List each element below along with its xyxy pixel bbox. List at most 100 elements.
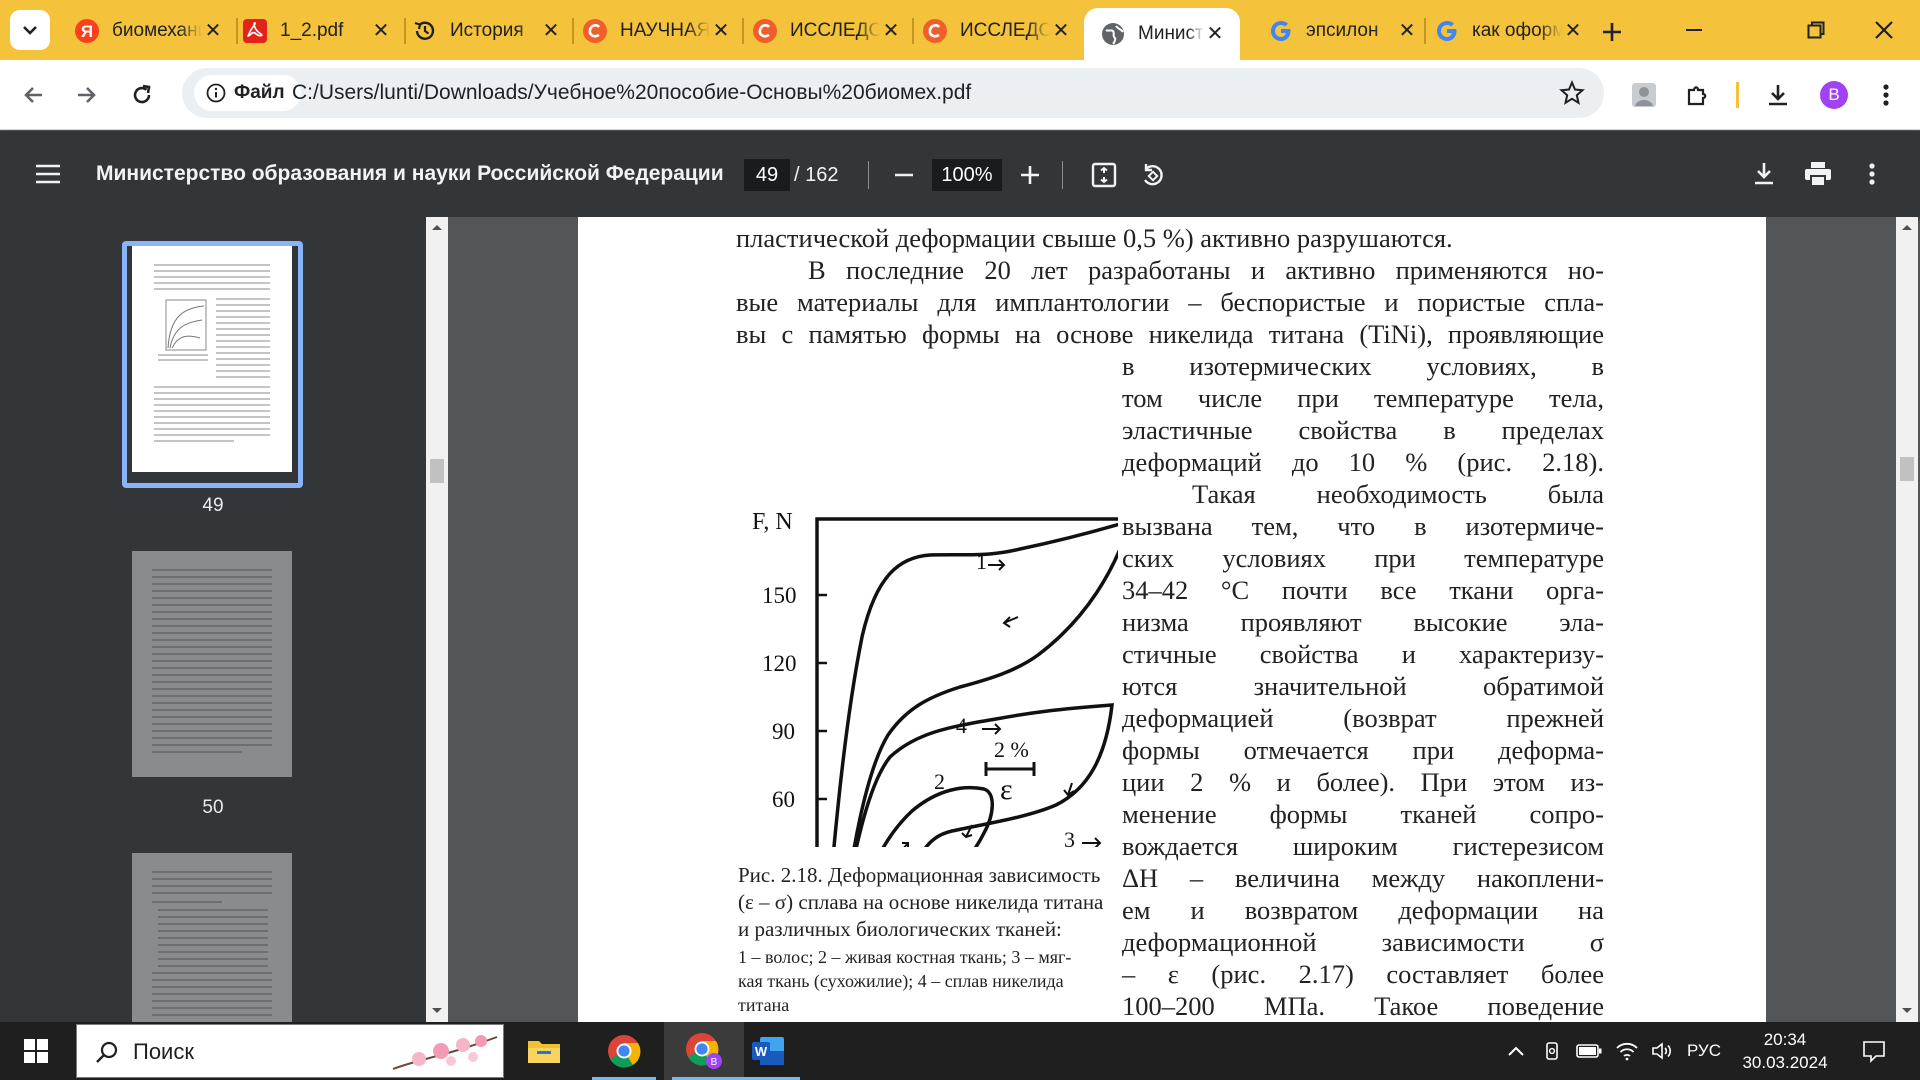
- start-button[interactable]: [0, 1022, 72, 1080]
- forward-button[interactable]: [66, 75, 106, 115]
- notification-center-button[interactable]: [1850, 1022, 1898, 1080]
- tab-history[interactable]: История ✕: [396, 8, 576, 54]
- arrow-left-icon: [24, 87, 42, 103]
- profile-button[interactable]: В: [1814, 75, 1854, 115]
- document-scroll-thumb[interactable]: [1900, 457, 1914, 481]
- download-icon: [1755, 163, 1773, 185]
- close-icon[interactable]: ✕: [1050, 20, 1072, 42]
- elibrary-icon: [582, 18, 608, 44]
- chrome-icon: [608, 1035, 641, 1068]
- device-icon: [1546, 1042, 1558, 1060]
- pdf-menu-button[interactable]: [1852, 154, 1892, 194]
- tray-volume-button[interactable]: [1646, 1022, 1680, 1080]
- taskbar-search-box[interactable]: Поиск: [76, 1024, 504, 1078]
- thumbnail-page-49[interactable]: [132, 246, 292, 472]
- page-text-line: ции 2 % и более). При этом из-: [1122, 767, 1604, 797]
- extensions-button[interactable]: [1678, 75, 1718, 115]
- curve-2-bone: [881, 785, 994, 847]
- taskbar-chrome[interactable]: [584, 1022, 664, 1080]
- zoom-level-input[interactable]: 100%: [932, 159, 1002, 191]
- reload-icon: [133, 84, 151, 104]
- tray-language-button[interactable]: РУС: [1682, 1022, 1726, 1080]
- sidebar-scrollbar[interactable]: [426, 217, 448, 1022]
- new-tab-button[interactable]: [1592, 12, 1632, 52]
- scale-unit: ε: [1000, 773, 1013, 806]
- tab-nauchnaya[interactable]: НАУЧНАЯ ✕: [566, 8, 746, 54]
- restore-button[interactable]: [1796, 10, 1836, 50]
- document-viewport[interactable]: пластической деформации свыше 0,5 %) акт…: [448, 217, 1896, 1022]
- tab-issledovanie-2[interactable]: ИССЛЕДОВАНИЕ ✕: [906, 8, 1086, 54]
- pdf-download-button[interactable]: [1744, 154, 1784, 194]
- taskbar-word[interactable]: W: [728, 1022, 808, 1080]
- rotate-button[interactable]: [1132, 155, 1172, 195]
- back-button[interactable]: [14, 75, 54, 115]
- tray-wifi-button[interactable]: [1610, 1022, 1644, 1080]
- sidebar-scroll-thumb[interactable]: [430, 459, 444, 483]
- svg-text:W: W: [755, 1044, 768, 1059]
- scroll-up-icon: [432, 225, 442, 230]
- zoom-out-button[interactable]: [884, 155, 924, 195]
- tab-title: НАУЧНАЯ: [620, 20, 710, 41]
- arrow-icon: [988, 559, 1006, 571]
- close-icon[interactable]: ✕: [1396, 20, 1418, 42]
- page-text-line: 100–200 МПа. Такое поведение: [1122, 991, 1604, 1021]
- close-window-button[interactable]: [1864, 10, 1904, 50]
- chevron-down-icon: [23, 26, 37, 35]
- plus-icon: [1603, 23, 1621, 41]
- curve-label-4: 4: [956, 713, 967, 738]
- page-text-line: – ε (рис. 2.17) составляет более: [1122, 959, 1604, 989]
- battery-icon: [1576, 1044, 1602, 1058]
- y-tick-label: 60: [772, 787, 795, 812]
- tab-title: ИССЛЕДОВАНИЕ: [790, 20, 880, 41]
- reload-button[interactable]: [122, 75, 162, 115]
- tray-battery-button[interactable]: [1572, 1022, 1606, 1080]
- tab-issledovanie-1[interactable]: ИССЛЕДОВАНИЕ ✕: [736, 8, 916, 54]
- tab-epsilon[interactable]: эпсилон ✕: [1252, 8, 1432, 54]
- close-icon[interactable]: ✕: [1204, 23, 1226, 45]
- url-text[interactable]: C:/Users/lunti/Downloads/Учебное%20пособ…: [292, 68, 971, 118]
- close-icon[interactable]: ✕: [1562, 20, 1584, 42]
- tab-kak-oformit[interactable]: как оформить ✕: [1418, 8, 1598, 54]
- pdf-icon: [242, 18, 268, 44]
- close-icon[interactable]: ✕: [370, 20, 392, 42]
- chevron-up-icon: [1508, 1046, 1524, 1056]
- sidebar-toggle-button[interactable]: [28, 154, 68, 194]
- site-info-chip[interactable]: Файл: [194, 75, 301, 111]
- tab-biomech[interactable]: Я биомеханика ✕: [58, 8, 238, 54]
- address-bar[interactable]: Файл C:/Users/lunti/Downloads/Учебное%20…: [182, 68, 1604, 118]
- browser-menu-button[interactable]: [1866, 75, 1906, 115]
- close-icon[interactable]: ✕: [710, 20, 732, 42]
- fit-page-button[interactable]: [1084, 155, 1124, 195]
- thumbnail-sidebar: 49 50: [0, 217, 426, 1022]
- downloads-button[interactable]: [1758, 75, 1798, 115]
- tab-title: биомеханика: [112, 20, 202, 41]
- minimize-button[interactable]: [1674, 10, 1714, 50]
- close-icon[interactable]: ✕: [202, 20, 224, 42]
- taskbar-file-explorer[interactable]: [504, 1022, 584, 1080]
- fit-to-page-icon: [1091, 162, 1117, 188]
- extension-button[interactable]: [1624, 75, 1664, 115]
- zoom-in-button[interactable]: [1010, 155, 1050, 195]
- close-icon[interactable]: ✕: [540, 20, 562, 42]
- close-icon[interactable]: ✕: [880, 20, 902, 42]
- thumbnail-page-50[interactable]: [132, 551, 292, 777]
- tab-ministerstvo[interactable]: Министерство ✕: [1084, 8, 1240, 60]
- page-text-line: том числе при температуре тела,: [1122, 383, 1604, 413]
- taskbar-clock[interactable]: 20:34 30.03.2024: [1726, 1028, 1844, 1074]
- thumbnail-page-51[interactable]: [132, 853, 292, 1022]
- arrow-icon: [1002, 616, 1019, 628]
- page-number-input[interactable]: 49: [744, 159, 790, 191]
- tray-overflow-button[interactable]: [1500, 1022, 1532, 1080]
- print-button[interactable]: [1798, 154, 1838, 194]
- tab-pdf-1-2[interactable]: 1_2.pdf ✕: [226, 8, 406, 54]
- scroll-up-icon: [1902, 225, 1912, 230]
- wifi-icon: [1616, 1042, 1638, 1061]
- volume-icon: [1652, 1042, 1671, 1060]
- tray-device-button[interactable]: [1536, 1022, 1568, 1080]
- tab-search-button[interactable]: [10, 10, 50, 50]
- bookmark-button[interactable]: [1552, 73, 1592, 113]
- document-scrollbar[interactable]: [1896, 217, 1918, 1022]
- plus-icon: [1021, 166, 1039, 184]
- puzzle-icon: [1687, 86, 1707, 106]
- extension-avatar-icon: [1632, 83, 1656, 107]
